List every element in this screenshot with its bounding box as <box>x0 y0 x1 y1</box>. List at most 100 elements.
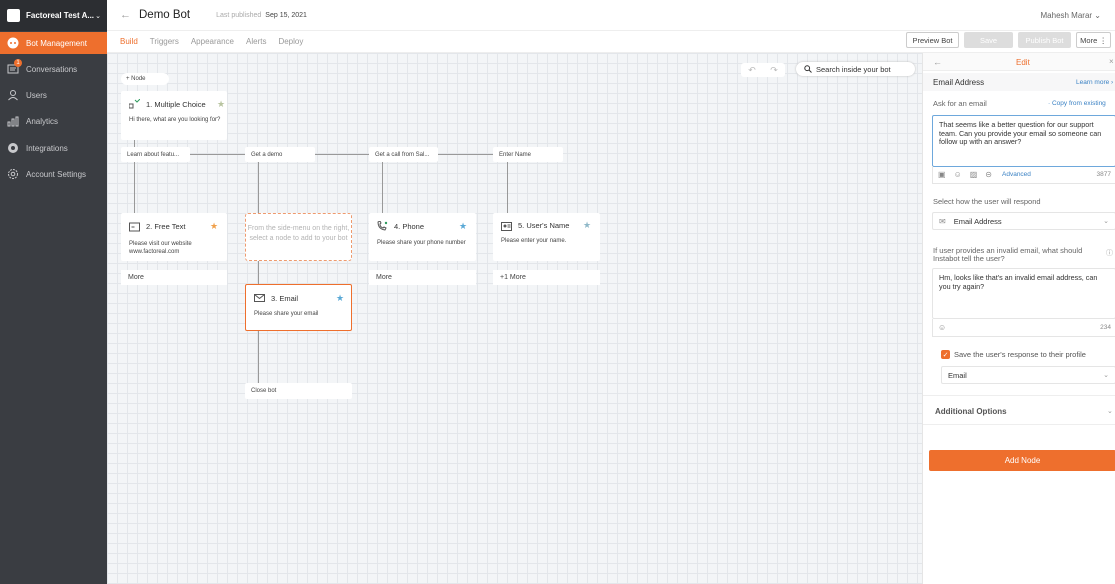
chevron-down-icon: ⌄ <box>1103 218 1109 225</box>
node-title: 4. Phone <box>394 222 425 231</box>
add-node-button[interactable]: Add Node <box>929 450 1115 471</box>
user-menu[interactable]: Mahesh Marar ⌄ <box>1041 11 1102 20</box>
analytics-icon <box>7 115 19 127</box>
node-multiple-choice[interactable]: 1. Multiple Choice ★ Hi there, what are … <box>121 91 227 140</box>
canvas-search[interactable]: Search inside your bot <box>796 62 915 76</box>
node-phone[interactable]: 4. Phone ★ Please share your phone numbe… <box>369 213 476 261</box>
sidebar: Factoreal Test A... ⌄ Bot Management 1 C… <box>0 0 107 584</box>
advanced-link[interactable]: Advanced <box>1002 171 1031 178</box>
sidebar-item-label: Account Settings <box>26 169 87 179</box>
add-node-button[interactable]: + Node <box>121 73 169 85</box>
link-icon[interactable]: ⊝ <box>985 170 992 179</box>
bot-icon <box>7 37 19 49</box>
sidebar-item-label: Bot Management <box>26 38 87 48</box>
sidebar-item-integrations[interactable]: Integrations <box>0 137 107 159</box>
more-link[interactable]: More <box>369 270 476 285</box>
sidebar-item-users[interactable]: Users <box>0 84 107 106</box>
question-textarea[interactable]: That seems like a better question for ou… <box>932 115 1115 167</box>
sidebar-item-account-settings[interactable]: Account Settings <box>0 163 107 185</box>
node-title: 2. Free Text <box>146 222 186 231</box>
more-link[interactable]: +1 More <box>493 270 600 285</box>
copy-from-existing-link[interactable]: · Copy from existing <box>1048 100 1106 107</box>
connector <box>258 331 259 383</box>
tab-alerts[interactable]: Alerts <box>246 37 266 46</box>
chevron-down-icon: ⌄ <box>1107 408 1113 415</box>
page-title: Demo Bot <box>139 9 191 21</box>
node-type-title: Email Address <box>933 78 985 87</box>
connector <box>134 162 135 213</box>
published-date: Sep 15, 2021 <box>265 11 307 19</box>
editor-toolbar: ▣ ☺ ▨ ⊝ Advanced 3877 <box>932 166 1115 184</box>
profile-field-value: Email <box>948 370 967 380</box>
more-link[interactable]: More <box>121 270 227 285</box>
mail-icon: ✉ <box>939 216 946 226</box>
star-icon[interactable]: ★ <box>217 99 225 110</box>
option-learn-about-features[interactable]: Learn about featu... <box>121 147 190 162</box>
emoji-icon[interactable]: ☺ <box>938 323 946 332</box>
node-message: Please enter your name. <box>501 238 567 244</box>
connector <box>438 154 493 155</box>
header: ← Demo Bot Last published Sep 15, 2021 M… <box>107 0 1115 31</box>
back-arrow-icon[interactable]: ← <box>120 9 131 21</box>
connector <box>258 261 259 284</box>
undo-redo-group: ↶ ↷ <box>741 63 785 77</box>
node-email[interactable]: 3. Email ★ Please share your email <box>245 284 352 331</box>
node-message: Please share your email <box>254 311 319 317</box>
save-button[interactable]: Save <box>964 32 1013 48</box>
redo-icon[interactable]: ↷ <box>770 65 778 76</box>
response-type-value: Email Address <box>953 216 1002 226</box>
respond-label: Select how the user will respond <box>933 197 1041 206</box>
learn-more-link[interactable]: Learn more › <box>1076 79 1113 86</box>
workspace-switcher[interactable]: Factoreal Test A... ⌄ <box>0 0 107 31</box>
save-response-label: Save the user's response to their profil… <box>954 350 1086 359</box>
star-icon[interactable]: ★ <box>210 221 218 232</box>
editor-toolbar: ☺ 234 <box>932 319 1115 337</box>
variable-icon[interactable]: ▣ <box>938 170 946 179</box>
close-icon[interactable]: × <box>1109 57 1114 66</box>
node-free-text[interactable]: 2. Free Text ★ Please visit our website … <box>121 213 227 261</box>
search-placeholder: Search inside your bot <box>816 64 891 74</box>
close-bot-node[interactable]: Close bot <box>245 383 352 399</box>
emoji-icon[interactable]: ☺ <box>954 170 962 179</box>
more-button[interactable]: More ⋮ <box>1076 32 1111 48</box>
published-label: Last published <box>216 11 262 19</box>
sidebar-item-analytics[interactable]: Analytics <box>0 110 107 132</box>
back-arrow-icon[interactable]: ← <box>933 57 942 67</box>
save-response-checkbox[interactable]: ✓ <box>941 350 950 359</box>
multiple-choice-icon <box>129 99 140 109</box>
help-icon[interactable]: ⓘ <box>1106 248 1113 258</box>
option-get-a-call[interactable]: Get a call from Sal... <box>369 147 438 162</box>
option-enter-name[interactable]: Enter Name <box>493 147 563 162</box>
tab-triggers[interactable]: Triggers <box>150 37 179 46</box>
response-type-select[interactable]: ✉ Email Address ⌄ <box>932 212 1115 230</box>
sidebar-item-conversations[interactable]: 1 Conversations <box>0 58 107 80</box>
sidebar-item-label: Analytics <box>26 116 59 126</box>
chevron-down-icon: ⌄ <box>1103 372 1109 379</box>
chevron-down-icon: ⌄ <box>95 12 101 20</box>
image-icon[interactable]: ▨ <box>970 170 978 179</box>
node-users-name[interactable]: 5. User's Name ★ Please enter your name. <box>493 213 600 261</box>
profile-field-select[interactable]: Email ⌄ <box>941 366 1115 384</box>
gear-icon <box>7 168 19 180</box>
option-get-a-demo[interactable]: Get a demo <box>245 147 315 162</box>
search-icon <box>804 65 812 73</box>
publish-bot-button[interactable]: Publish Bot <box>1018 32 1071 48</box>
tab-build[interactable]: Build <box>120 37 138 46</box>
connector <box>507 162 508 213</box>
sidebar-item-bot-management[interactable]: Bot Management <box>0 32 107 54</box>
preview-bot-button[interactable]: Preview Bot <box>906 32 959 48</box>
star-icon[interactable]: ★ <box>336 293 344 304</box>
additional-options-toggle[interactable]: Additional Options ⌄ <box>923 395 1115 425</box>
invalid-message-textarea[interactable]: Hm, looks like that's an invalid email a… <box>932 268 1115 319</box>
tab-appearance[interactable]: Appearance <box>191 37 234 46</box>
star-icon[interactable]: ★ <box>583 220 591 231</box>
node-message: Please visit our website www.factoreal.c… <box>129 241 192 255</box>
tab-deploy[interactable]: Deploy <box>278 37 303 46</box>
sidebar-item-label: Users <box>26 90 47 100</box>
undo-icon[interactable]: ↶ <box>748 65 756 76</box>
star-icon[interactable]: ★ <box>459 221 467 232</box>
sidebar-item-label: Conversations <box>26 64 78 74</box>
flow-canvas[interactable]: + Node ↶ ↷ Search inside your bot 1. Mul… <box>107 53 922 584</box>
sidebar-item-label: Integrations <box>26 143 68 153</box>
user-icon <box>7 89 19 101</box>
